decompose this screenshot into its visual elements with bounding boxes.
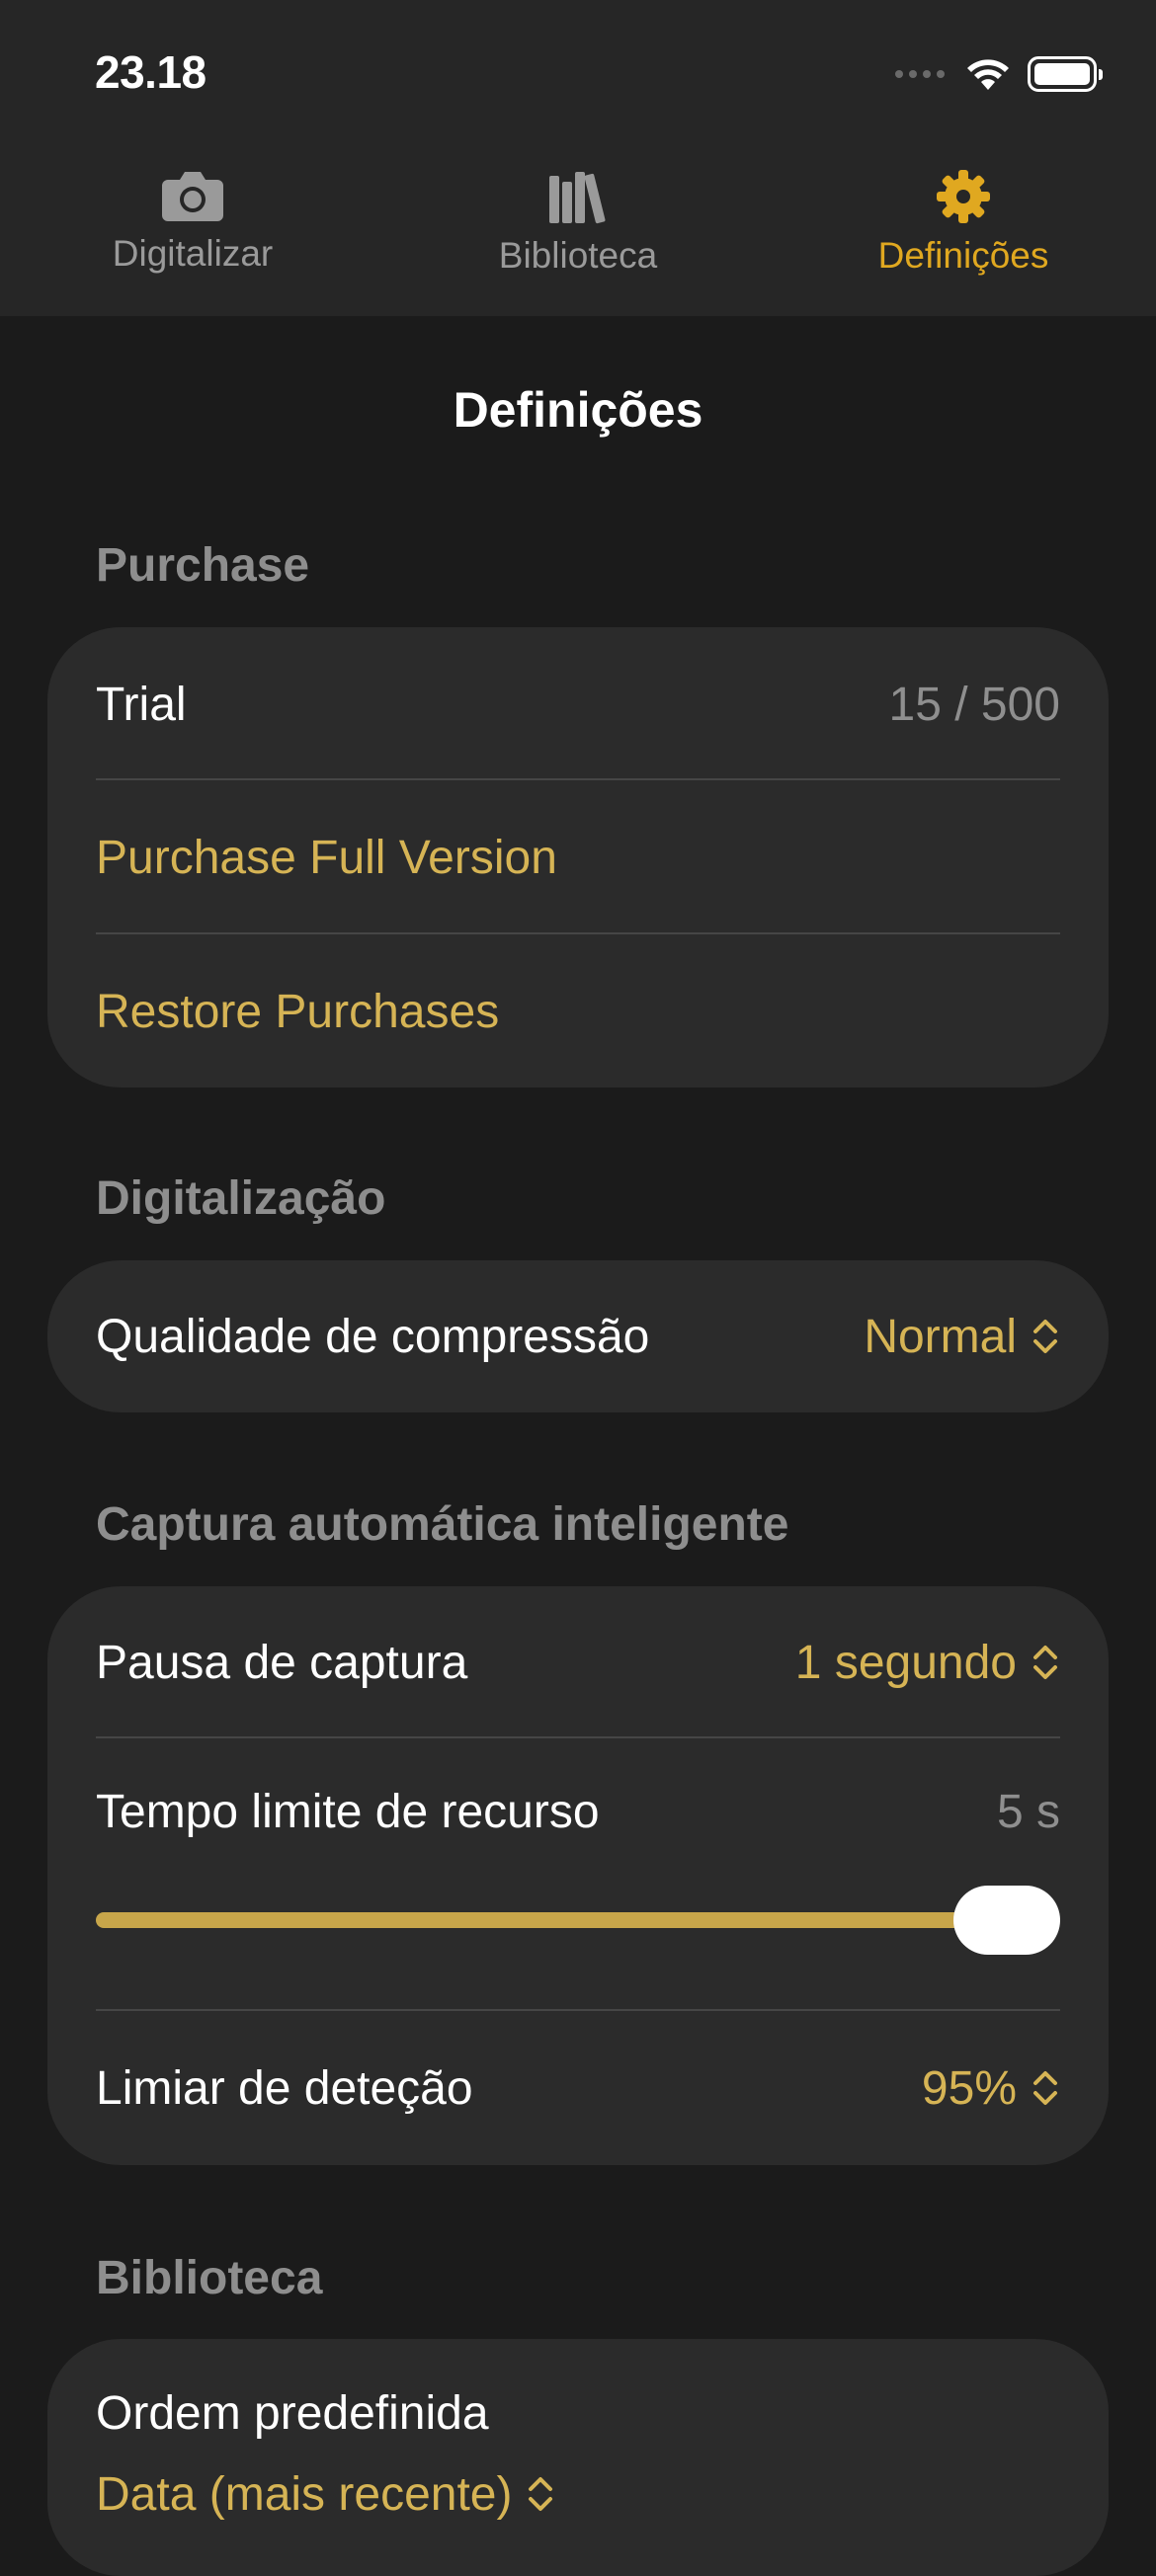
- section-header-library: Biblioteca: [96, 2252, 323, 2304]
- section-header-purchase: Purchase: [96, 539, 310, 592]
- trial-row: Trial 15 / 500: [96, 667, 1060, 742]
- tab-biblioteca[interactable]: Biblioteca: [385, 168, 771, 306]
- resource-timeout-row: Tempo limite de recurso 5 s: [96, 1774, 1060, 1849]
- default-order-value: Data (mais recente): [96, 2467, 513, 2521]
- resource-timeout-slider-thumb[interactable]: [953, 1886, 1060, 1955]
- status-time: 23.18: [95, 46, 206, 98]
- capture-pause-value-wrap: 1 segundo: [795, 1636, 1060, 1690]
- detection-threshold-picker[interactable]: Limiar de deteção 95%: [96, 2011, 1060, 2165]
- restore-purchases-label: Restore Purchases: [96, 985, 500, 1038]
- smart-capture-card: Pausa de captura 1 segundo Tempo limite …: [47, 1586, 1109, 2165]
- divider: [96, 778, 1060, 780]
- purchase-card: Trial 15 / 500 Purchase Full Version Res…: [47, 627, 1109, 1087]
- compression-quality-value: Normal: [864, 1310, 1017, 1363]
- divider: [96, 1736, 1060, 1738]
- detection-threshold-value: 95%: [921, 2061, 1017, 2115]
- purchase-full-version-label: Purchase Full Version: [96, 831, 557, 884]
- camera-icon: [162, 172, 223, 221]
- tab-digitalizar[interactable]: Digitalizar: [0, 168, 385, 306]
- compression-quality-value-wrap: Normal: [864, 1310, 1060, 1364]
- cellular-signal-icon: [895, 70, 945, 78]
- chevron-up-down-icon: [1033, 1320, 1057, 1353]
- scanning-card: Qualidade de compressão Normal: [47, 1260, 1109, 1412]
- chevron-up-down-icon: [1033, 1646, 1057, 1679]
- chevron-up-down-icon: [1033, 2071, 1057, 2105]
- page-title: Definições: [453, 382, 703, 438]
- detection-threshold-value-wrap: 95%: [922, 2061, 1060, 2116]
- capture-pause-label: Pausa de captura: [96, 1636, 468, 1689]
- section-header-smart-capture: Captura automática inteligente: [96, 1498, 789, 1551]
- restore-purchases-button[interactable]: Restore Purchases: [96, 935, 1060, 1087]
- compression-quality-label: Qualidade de compressão: [96, 1310, 650, 1363]
- divider: [96, 932, 1060, 934]
- default-order-value-wrap: Data (mais recente): [96, 2467, 555, 2522]
- resource-timeout-slider-track[interactable]: [96, 1912, 1060, 1928]
- section-header-scanning: Digitalização: [96, 1172, 386, 1225]
- tab-definicoes[interactable]: Definições: [771, 168, 1156, 306]
- default-order-row: Ordem predefinida: [96, 2378, 1060, 2448]
- status-icons: [895, 49, 1103, 99]
- purchase-full-version-button[interactable]: Purchase Full Version: [96, 781, 1060, 933]
- tab-label: Definições: [877, 235, 1049, 276]
- trial-value: 15 / 500: [888, 678, 1060, 731]
- library-icon: [549, 172, 606, 224]
- trial-label: Trial: [96, 678, 187, 731]
- gear-icon: [937, 170, 990, 223]
- chevron-up-down-icon: [529, 2477, 553, 2511]
- tab-label: Biblioteca: [498, 235, 658, 276]
- resource-timeout-value: 5 s: [996, 1785, 1060, 1838]
- capture-pause-picker[interactable]: Pausa de captura 1 segundo: [96, 1586, 1060, 1738]
- wifi-icon: [967, 59, 1009, 90]
- capture-pause-value: 1 segundo: [794, 1636, 1017, 1689]
- default-order-picker[interactable]: Data (mais recente): [96, 2459, 1060, 2529]
- library-card: Ordem predefinida Data (mais recente): [47, 2339, 1109, 2576]
- tab-label: Digitalizar: [112, 233, 274, 274]
- top-bar: 23.18 Digitalizar Biblioteca Definições: [0, 0, 1156, 316]
- battery-icon: [1028, 56, 1103, 92]
- tab-bar: Digitalizar Biblioteca Definições: [0, 168, 1156, 306]
- detection-threshold-label: Limiar de deteção: [96, 2061, 473, 2115]
- resource-timeout-label: Tempo limite de recurso: [96, 1785, 600, 1838]
- compression-quality-picker[interactable]: Qualidade de compressão Normal: [96, 1260, 1060, 1412]
- default-order-label: Ordem predefinida: [96, 2386, 489, 2440]
